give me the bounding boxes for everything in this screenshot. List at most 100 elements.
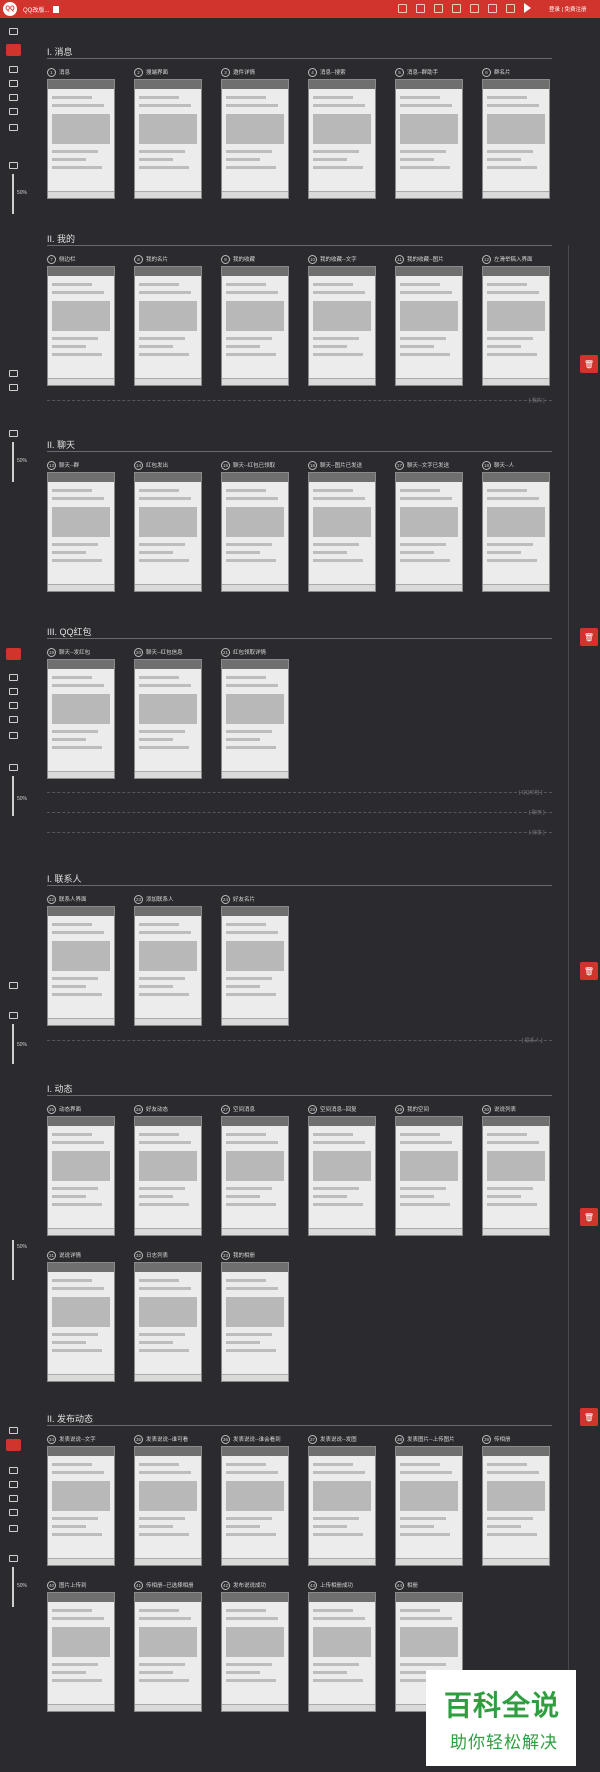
- page-thumbnail[interactable]: 35 发表说说--谁可看: [134, 1434, 202, 1566]
- phone-wireframe[interactable]: [482, 1116, 550, 1236]
- folder-icon[interactable]: [9, 674, 18, 681]
- components-button[interactable]: [6, 44, 21, 56]
- fullscreen-icon[interactable]: [506, 4, 515, 13]
- page-thumbnail[interactable]: 42 发布说说成功: [221, 1580, 289, 1712]
- page-thumbnail[interactable]: 41 传相册--已选择相册: [134, 1580, 202, 1712]
- phone-wireframe[interactable]: [134, 1116, 202, 1236]
- phone-wireframe[interactable]: [221, 1592, 289, 1712]
- phone-wireframe[interactable]: [134, 266, 202, 386]
- phone-wireframe[interactable]: [308, 266, 376, 386]
- layers-icon[interactable]: [9, 384, 18, 391]
- phone-wireframe[interactable]: [482, 1446, 550, 1566]
- phone-wireframe[interactable]: [221, 1116, 289, 1236]
- text-icon[interactable]: [9, 702, 18, 709]
- add-icon[interactable]: [9, 688, 18, 695]
- page-thumbnail[interactable]: 14 红包发出: [134, 460, 202, 592]
- trash-icon[interactable]: 🗑: [580, 1208, 598, 1226]
- redo-icon[interactable]: [416, 4, 425, 13]
- zoom-slider[interactable]: [12, 776, 14, 816]
- components-button[interactable]: [6, 1439, 21, 1451]
- layers-icon[interactable]: [9, 1525, 18, 1532]
- page-thumbnail[interactable]: 32 日志列表: [134, 1250, 202, 1382]
- eye-icon[interactable]: [9, 764, 18, 771]
- phone-wireframe[interactable]: [308, 472, 376, 592]
- login-link[interactable]: 登录 | 免费注册: [549, 5, 587, 13]
- add-icon[interactable]: [9, 1481, 18, 1488]
- zoom-slider[interactable]: [12, 1567, 14, 1607]
- page-thumbnail[interactable]: 16 聊天--图片已发送: [308, 460, 376, 592]
- page-thumbnail[interactable]: 13 聊天--群: [47, 460, 115, 592]
- page-thumbnail[interactable]: 6 群名片: [482, 67, 550, 199]
- app-logo[interactable]: QQ: [3, 2, 17, 16]
- phone-wireframe[interactable]: [308, 79, 376, 199]
- phone-wireframe[interactable]: [221, 1446, 289, 1566]
- page-thumbnail[interactable]: 36 发表说说--谁会看到: [221, 1434, 289, 1566]
- text-icon[interactable]: [9, 1495, 18, 1502]
- page-thumbnail[interactable]: 11 我的收藏--图片: [395, 254, 463, 386]
- image-icon[interactable]: [9, 1427, 18, 1434]
- page-thumbnail[interactable]: 17 聊天--文字已发送: [395, 460, 463, 592]
- phone-wireframe[interactable]: [134, 79, 202, 199]
- page-thumbnail[interactable]: 24 好友名片: [221, 894, 289, 1026]
- phone-wireframe[interactable]: [221, 906, 289, 1026]
- phone-wireframe[interactable]: [221, 1262, 289, 1382]
- phone-wireframe[interactable]: [134, 1446, 202, 1566]
- phone-wireframe[interactable]: [221, 79, 289, 199]
- page-thumbnail[interactable]: 22 联系人界面: [47, 894, 115, 1026]
- document-icon[interactable]: [53, 5, 60, 13]
- page-thumbnail[interactable]: 34 发表说说--文字: [47, 1434, 115, 1566]
- page-thumbnail[interactable]: 39 传相册: [482, 1434, 550, 1566]
- phone-wireframe[interactable]: [395, 472, 463, 592]
- list-icon[interactable]: [9, 108, 18, 115]
- page-thumbnail[interactable]: 26 好友动态: [134, 1104, 202, 1236]
- phone-wireframe[interactable]: [395, 79, 463, 199]
- phone-wireframe[interactable]: [47, 1116, 115, 1236]
- page-thumbnail[interactable]: 30 说说列表: [482, 1104, 550, 1236]
- undo-icon[interactable]: [398, 4, 407, 13]
- page-thumbnail[interactable]: 21 红包领取详情: [221, 647, 289, 779]
- page-thumbnail[interactable]: 12 左滑举稿入界面: [482, 254, 550, 386]
- page-thumbnail[interactable]: 20 聊天--红包信息: [134, 647, 202, 779]
- phone-wireframe[interactable]: [134, 906, 202, 1026]
- phone-wireframe[interactable]: [395, 266, 463, 386]
- phone-wireframe[interactable]: [47, 906, 115, 1026]
- trash-icon[interactable]: 🗑: [580, 962, 598, 980]
- phone-wireframe[interactable]: [134, 1262, 202, 1382]
- phone-wireframe[interactable]: [134, 1592, 202, 1712]
- phone-wireframe[interactable]: [482, 472, 550, 592]
- phone-wireframe[interactable]: [47, 1446, 115, 1566]
- text-icon[interactable]: [9, 94, 18, 101]
- phone-wireframe[interactable]: [308, 1116, 376, 1236]
- page-thumbnail[interactable]: 4 消息--搜索: [308, 67, 376, 199]
- page-thumbnail[interactable]: 18 聊天--人: [482, 460, 550, 592]
- page-thumbnail[interactable]: 8 我的名片: [134, 254, 202, 386]
- phone-wireframe[interactable]: [482, 79, 550, 199]
- phone-wireframe[interactable]: [308, 1592, 376, 1712]
- export-icon[interactable]: [452, 4, 461, 13]
- page-thumbnail[interactable]: 5 消息--群助手: [395, 67, 463, 199]
- page-thumbnail[interactable]: 31 说说详情: [47, 1250, 115, 1382]
- folder-icon[interactable]: [9, 66, 18, 73]
- document-title[interactable]: QQ改版...: [23, 5, 49, 14]
- page-thumbnail[interactable]: 23 添加联系人: [134, 894, 202, 1026]
- phone-wireframe[interactable]: [47, 659, 115, 779]
- components-button[interactable]: [6, 648, 21, 660]
- phone-wireframe[interactable]: [47, 472, 115, 592]
- image-icon[interactable]: [9, 28, 18, 35]
- add-icon[interactable]: [9, 80, 18, 87]
- layers-icon[interactable]: [9, 732, 18, 739]
- grid-icon[interactable]: [470, 4, 479, 13]
- eye-icon[interactable]: [9, 162, 18, 169]
- eye-icon[interactable]: [9, 1555, 18, 1562]
- folder-icon[interactable]: [9, 1467, 18, 1474]
- history-icon[interactable]: [434, 4, 443, 13]
- zoom-slider[interactable]: [12, 442, 14, 482]
- layout-icon[interactable]: [488, 4, 497, 13]
- phone-wireframe[interactable]: [482, 266, 550, 386]
- eye-icon[interactable]: [9, 1012, 18, 1019]
- page-thumbnail[interactable]: 19 聊天--发红包: [47, 647, 115, 779]
- page-thumbnail[interactable]: 25 动态界面: [47, 1104, 115, 1236]
- phone-wireframe[interactable]: [47, 1592, 115, 1712]
- phone-wireframe[interactable]: [134, 659, 202, 779]
- phone-wireframe[interactable]: [221, 266, 289, 386]
